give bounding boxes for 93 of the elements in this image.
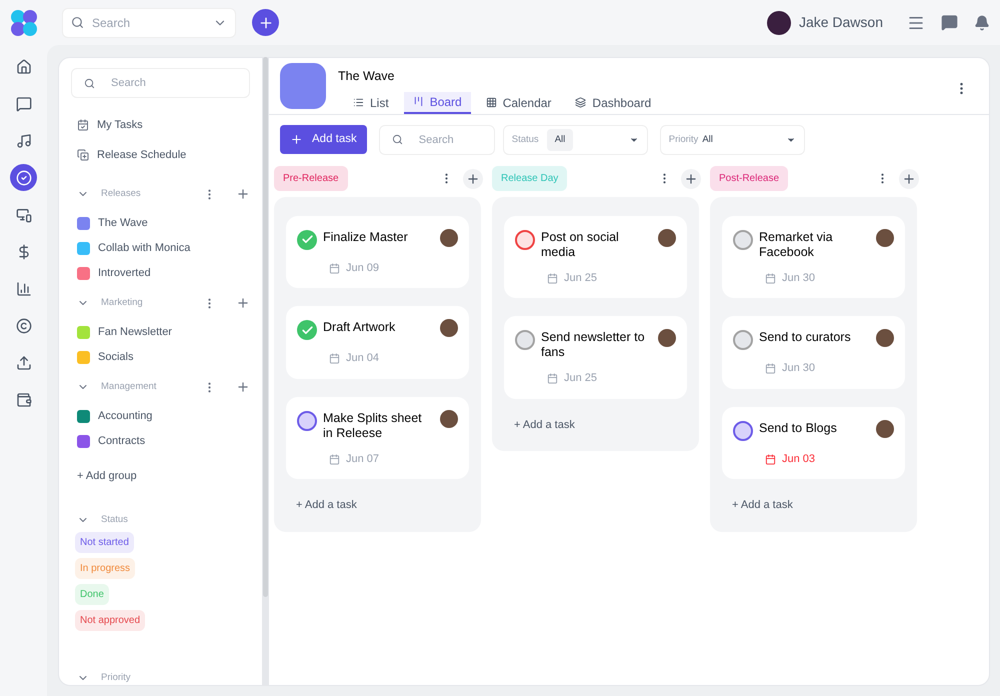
status-tag[interactable]: Not started xyxy=(75,532,134,553)
user-avatar[interactable] xyxy=(766,10,791,34)
assignee-avatar xyxy=(440,228,458,247)
search-placeholder: Search xyxy=(92,14,132,32)
due-date: Jun 30 xyxy=(782,361,816,376)
filter-value: All xyxy=(546,128,574,151)
calendar-check-icon xyxy=(77,119,89,132)
sidebar-item[interactable]: The Wave xyxy=(98,215,148,232)
scrollbar-thumb[interactable] xyxy=(263,57,268,597)
filter-label: Status xyxy=(512,132,539,147)
filter-value: All xyxy=(702,132,713,147)
plus-icon xyxy=(290,133,303,146)
task-title: Remarket via Facebook xyxy=(759,230,834,260)
task-title: Post on social media xyxy=(541,230,620,260)
search-icon xyxy=(84,78,95,88)
due-date: Jun 04 xyxy=(346,351,380,366)
search-placeholder: Search xyxy=(111,76,146,91)
sidebar-item[interactable]: Accounting xyxy=(98,408,152,425)
sidebar-item[interactable]: Contracts xyxy=(98,433,146,450)
user-name[interactable]: Jake Dawson xyxy=(798,12,883,33)
add-group-link[interactable]: + Add group xyxy=(71,468,250,484)
add-icon[interactable] xyxy=(236,296,250,310)
assignee-avatar xyxy=(440,319,458,338)
layers-icon xyxy=(575,97,586,108)
chat-icon[interactable] xyxy=(941,14,958,31)
group-title: Marketing xyxy=(101,296,144,310)
view-tab[interactable]: Calendar xyxy=(476,92,560,114)
due-date: Jun 25 xyxy=(564,371,598,386)
task-card[interactable]: Remarket via Facebook Jun 30 xyxy=(722,216,905,298)
search-icon xyxy=(71,16,84,29)
view-tab[interactable]: Board xyxy=(404,92,471,114)
add-task-button[interactable]: Add task xyxy=(280,125,367,154)
assignee-avatar xyxy=(658,228,676,247)
notifications-icon[interactable] xyxy=(974,14,990,30)
priority-filter-dropdown[interactable]: Priority All xyxy=(660,124,805,155)
board-icon xyxy=(412,96,424,108)
due-date: Jun 07 xyxy=(346,452,380,467)
filter-label: Priority xyxy=(668,132,698,147)
task-card[interactable]: Send to curators Jun 30 xyxy=(722,316,905,389)
task-card[interactable]: Send to Blogs Jun 03 xyxy=(722,406,905,480)
due-date: Jun 30 xyxy=(782,270,816,286)
project-title: The Wave xyxy=(338,68,396,85)
add-icon[interactable] xyxy=(236,380,250,394)
column-tag: Post-Release xyxy=(710,166,788,192)
sidebar-link[interactable]: Release Schedule xyxy=(97,146,186,163)
due-date: Jun 03 xyxy=(782,452,816,467)
task-card[interactable]: Post on social media Jun 25 xyxy=(504,216,687,298)
grid-icon xyxy=(486,97,497,108)
task-card[interactable]: Make Splits sheet in Releese Jun 07 xyxy=(286,396,469,480)
copy-plus-icon xyxy=(77,148,89,161)
view-tab[interactable]: Dashboard xyxy=(566,92,660,114)
sidebar-item[interactable]: Collab with Monica xyxy=(98,240,190,257)
add-icon[interactable] xyxy=(681,168,701,189)
assignee-avatar xyxy=(658,329,676,348)
task-title: Send to Blogs xyxy=(759,420,838,436)
task-card[interactable]: Finalize Master Jun 09 xyxy=(286,216,469,288)
view-tab[interactable]: List xyxy=(344,92,398,114)
task-title: Make Splits sheet in Releese xyxy=(323,410,423,441)
add-button[interactable] xyxy=(252,9,279,36)
add-icon[interactable] xyxy=(236,187,250,201)
group-title: Priority xyxy=(101,670,131,685)
column-tag: Pre-Release xyxy=(274,166,348,192)
due-date: Jun 09 xyxy=(346,260,380,276)
add-icon[interactable] xyxy=(463,168,483,189)
plus-icon xyxy=(258,14,274,30)
status-filter-dropdown[interactable]: Status All xyxy=(502,124,648,155)
logo-icon xyxy=(10,8,38,36)
assignee-avatar xyxy=(876,228,894,247)
group-title: Status xyxy=(101,513,128,527)
sidebar-item[interactable]: Socials xyxy=(98,349,134,366)
task-title: Send to curators xyxy=(759,330,852,346)
task-card[interactable]: Send newsletter to fans Jun 25 xyxy=(504,316,687,399)
assignee-avatar xyxy=(876,420,894,438)
task-card[interactable]: Draft Artwork Jun 04 xyxy=(286,306,469,379)
add-task-link[interactable]: + Add a task xyxy=(286,497,469,514)
column-tag: Release Day xyxy=(492,166,568,192)
assignee-avatar xyxy=(876,329,894,348)
search-icon xyxy=(392,134,403,146)
sidebar-link[interactable]: My Tasks xyxy=(97,117,143,134)
add-icon[interactable] xyxy=(899,168,919,189)
sidebar-item[interactable]: Fan Newsletter xyxy=(98,324,172,341)
add-task-link[interactable]: + Add a task xyxy=(722,497,905,514)
sidebar-item[interactable]: Introverted xyxy=(98,265,151,282)
assignee-avatar xyxy=(440,410,458,428)
search-placeholder: Search xyxy=(418,132,454,148)
group-title: Management xyxy=(101,380,158,394)
due-date: Jun 25 xyxy=(564,270,598,286)
add-task-link[interactable]: + Add a task xyxy=(504,416,687,434)
group-title: Releases xyxy=(101,186,142,201)
task-title: Send newsletter to fans xyxy=(541,330,646,360)
task-title: Finalize Master xyxy=(323,230,409,245)
task-title: Draft Artwork xyxy=(323,320,396,336)
list-icon xyxy=(353,97,364,108)
